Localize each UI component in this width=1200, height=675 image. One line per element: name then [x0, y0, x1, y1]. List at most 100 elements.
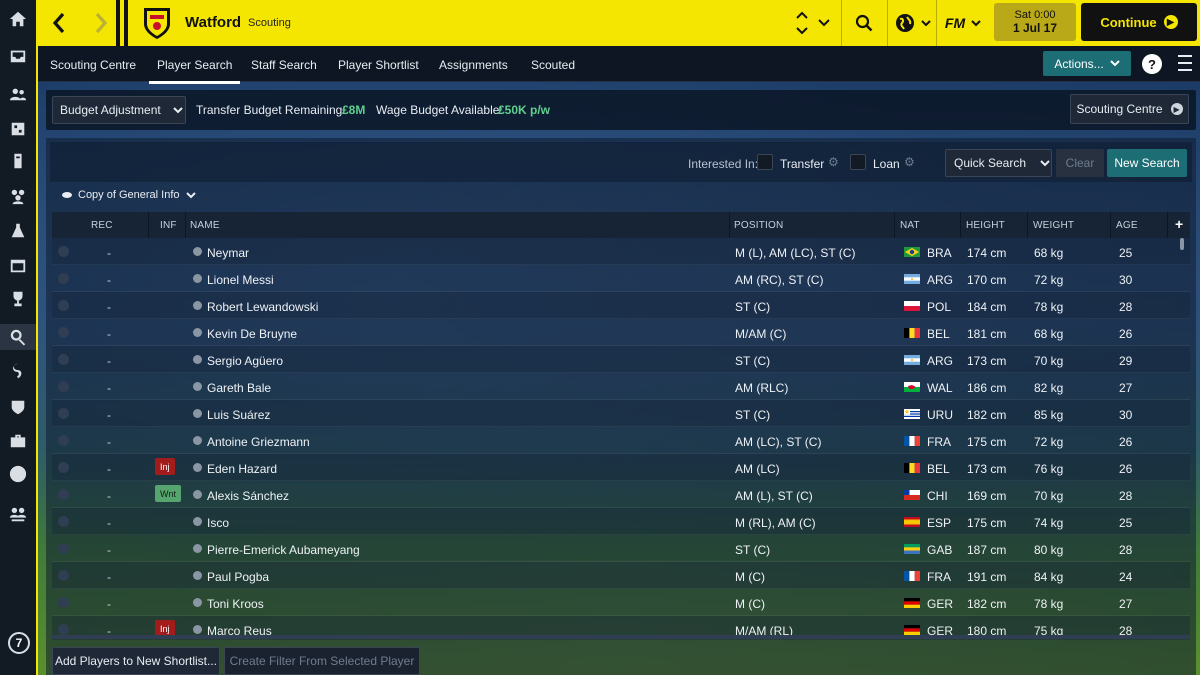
player-name[interactable]: Alexis Sánchez [207, 489, 289, 503]
dynamics-icon[interactable] [7, 150, 29, 172]
finances-icon[interactable] [7, 463, 29, 485]
player-info-icon[interactable] [193, 571, 202, 580]
player-name[interactable]: Robert Lewandowski [207, 300, 318, 314]
player-info-icon[interactable] [193, 247, 202, 256]
select-row-radio[interactable] [58, 246, 69, 257]
player-info-icon[interactable] [193, 328, 202, 337]
player-name[interactable]: Kevin De Bruyne [207, 327, 297, 341]
player-nationality[interactable]: CHI [927, 489, 948, 503]
column-header-weight[interactable]: WEIGHT [1033, 220, 1074, 231]
clear-button[interactable]: Clear [1056, 149, 1104, 177]
player-name[interactable]: Antoine Griezmann [207, 435, 310, 449]
tab-player-search[interactable]: Player Search [148, 58, 241, 84]
column-header-height[interactable]: HEIGHT [966, 220, 1005, 231]
select-row-radio[interactable] [58, 597, 69, 608]
briefcase-icon[interactable] [7, 430, 29, 452]
table-row[interactable]: - Inj Eden Hazard AM (LC) BEL 173 cm 76 … [52, 454, 1190, 481]
table-row[interactable]: - Toni Kroos M (C) GER 182 cm 78 kg 27 [52, 589, 1190, 616]
quick-search-dropdown[interactable]: Quick Search [945, 149, 1052, 177]
player-info-icon[interactable] [193, 517, 202, 526]
column-header-position[interactable]: POSITION [734, 220, 783, 231]
scouting-search-icon[interactable] [0, 324, 36, 350]
player-nationality[interactable]: WAL [927, 381, 953, 395]
select-row-radio[interactable] [58, 354, 69, 365]
reserves-icon[interactable] [7, 503, 29, 525]
player-info-icon[interactable] [193, 301, 202, 310]
squad-icon[interactable] [7, 83, 29, 105]
player-nationality[interactable]: BRA [927, 246, 952, 260]
add-to-shortlist-button[interactable]: Add Players to New Shortlist... [52, 647, 220, 675]
player-name[interactable]: Eden Hazard [207, 462, 277, 476]
transfer-checkbox[interactable] [757, 154, 773, 170]
player-info-icon[interactable] [193, 463, 202, 472]
calendar-icon[interactable] [7, 255, 29, 277]
trophy-icon[interactable] [7, 288, 29, 310]
home-icon[interactable] [7, 8, 29, 30]
select-row-radio[interactable] [58, 381, 69, 392]
inbox-icon[interactable] [7, 45, 29, 67]
transfers-icon[interactable] [7, 360, 29, 382]
club-name[interactable]: Watford [185, 14, 241, 31]
table-row[interactable]: - Kevin De Bruyne M/AM (C) BEL 181 cm 68… [52, 319, 1190, 346]
player-name[interactable]: Toni Kroos [207, 597, 264, 611]
table-row[interactable]: - Gareth Bale AM (RLC) WAL 186 cm 82 kg … [52, 373, 1190, 400]
select-row-radio[interactable] [58, 327, 69, 338]
table-row[interactable]: - Paul Pogba M (C) FRA 191 cm 84 kg 24 [52, 562, 1190, 589]
tab-staff-search[interactable]: Staff Search [251, 58, 317, 72]
player-nationality[interactable]: GAB [927, 543, 952, 557]
select-row-radio[interactable] [58, 570, 69, 581]
player-name[interactable]: Sergio Agüero [207, 354, 283, 368]
player-nationality[interactable]: URU [927, 408, 953, 422]
player-info-icon[interactable] [193, 274, 202, 283]
player-info-icon[interactable] [193, 355, 202, 364]
create-filter-button[interactable]: Create Filter From Selected Player [224, 647, 420, 675]
training-icon[interactable] [7, 220, 29, 242]
table-row[interactable]: - Antoine Griezmann AM (LC), ST (C) FRA … [52, 427, 1190, 454]
player-nationality[interactable]: ARG [927, 354, 953, 368]
column-header-age[interactable]: AGE [1116, 220, 1138, 231]
club-crest-icon[interactable] [142, 6, 172, 40]
budget-adjustment-dropdown[interactable]: Budget Adjustment [52, 96, 186, 124]
player-nationality[interactable]: BEL [927, 462, 950, 476]
tactics-icon[interactable] [7, 118, 29, 140]
tab-player-shortlist[interactable]: Player Shortlist [338, 58, 419, 72]
player-info-icon[interactable] [193, 625, 202, 634]
select-row-radio[interactable] [58, 489, 69, 500]
player-info-icon[interactable] [193, 409, 202, 418]
table-row[interactable]: - Pierre-Emerick Aubameyang ST (C) GAB 1… [52, 535, 1190, 562]
table-row[interactable]: - Luis Suárez ST (C) URU 182 cm 85 kg 30 [52, 400, 1190, 427]
view-selector[interactable]: Copy of General Info [62, 189, 196, 201]
select-row-radio[interactable] [58, 624, 69, 635]
player-info-icon[interactable] [193, 382, 202, 391]
gear-icon[interactable]: ⚙ [828, 155, 839, 169]
select-row-radio[interactable] [58, 273, 69, 284]
gear-icon[interactable]: ⚙ [904, 155, 915, 169]
table-row[interactable]: - Lionel Messi AM (RC), ST (C) ARG 170 c… [52, 265, 1190, 292]
add-column-icon[interactable]: + [1175, 216, 1183, 232]
vertical-scrollbar[interactable] [1180, 238, 1184, 250]
player-name[interactable]: Isco [207, 516, 229, 530]
tab-scouted[interactable]: Scouted [531, 58, 575, 72]
search-icon[interactable] [844, 0, 884, 46]
tab-assignments[interactable]: Assignments [439, 58, 508, 72]
game-date[interactable]: Sat 0:00 1 Jul 17 [994, 3, 1076, 41]
column-header-name[interactable]: NAME [190, 220, 220, 231]
player-info-icon[interactable] [193, 436, 202, 445]
back-button[interactable] [38, 0, 80, 46]
player-nationality[interactable]: GER [927, 597, 953, 611]
select-row-radio[interactable] [58, 435, 69, 446]
select-row-radio[interactable] [58, 462, 69, 473]
table-row[interactable]: - Wnt Alexis Sánchez AM (L), ST (C) CHI … [52, 481, 1190, 508]
chevron-down-icon[interactable] [814, 0, 834, 46]
actions-button[interactable]: Actions... [1043, 51, 1131, 76]
new-search-button[interactable]: New Search [1107, 149, 1187, 177]
history-arrows-icon[interactable] [790, 0, 814, 46]
select-row-radio[interactable] [58, 516, 69, 527]
player-nationality[interactable]: BEL [927, 327, 950, 341]
player-name[interactable]: Pierre-Emerick Aubameyang [207, 543, 360, 557]
fm-menu-button[interactable]: FM [940, 0, 986, 46]
tab-scouting-centre[interactable]: Scouting Centre [50, 58, 136, 72]
player-nationality[interactable]: ARG [927, 273, 953, 287]
help-icon[interactable]: ? [1142, 54, 1162, 74]
select-row-radio[interactable] [58, 300, 69, 311]
